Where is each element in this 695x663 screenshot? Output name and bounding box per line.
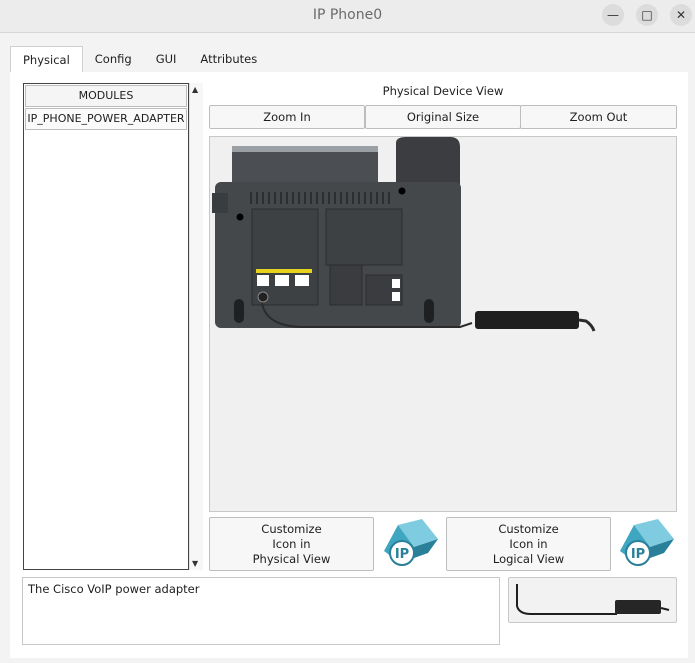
scroll-down-icon[interactable]: ▼: [192, 559, 198, 568]
maximize-button[interactable]: □: [636, 4, 658, 26]
customize-physical-line-1: Customize: [261, 521, 322, 536]
title-bar: IP Phone0 — □ ✕: [0, 0, 695, 33]
ip-phone-physical-icon: IP: [378, 517, 442, 569]
customize-logical-line-3: Logical View: [492, 551, 565, 566]
customize-logical-line-1: Customize: [498, 521, 559, 536]
customize-logical-line-2: Icon in: [509, 536, 548, 551]
tab-bar: Physical Config GUI Attributes: [10, 46, 269, 75]
modules-list: MODULES IP_PHONE_POWER_ADAPTER: [23, 83, 189, 570]
minimize-icon: —: [607, 8, 619, 22]
modules-scrollbar[interactable]: ▲ ▼: [189, 83, 203, 570]
customize-physical-icon-button[interactable]: Customize Icon in Physical View: [209, 517, 374, 571]
tab-config[interactable]: Config: [83, 46, 144, 72]
module-item[interactable]: IP_PHONE_POWER_ADAPTER: [25, 108, 187, 130]
module-description: The Cisco VoIP power adapter: [22, 577, 500, 645]
power-adapter-thumbnail: [508, 577, 677, 623]
power-adapter-image: [516, 584, 670, 615]
ip-badge-text: IP: [395, 547, 409, 562]
close-button[interactable]: ✕: [670, 4, 692, 26]
tab-physical[interactable]: Physical: [10, 46, 83, 75]
modules-header: MODULES: [25, 85, 187, 107]
tab-attributes[interactable]: Attributes: [188, 46, 269, 72]
tab-gui[interactable]: GUI: [144, 46, 189, 72]
original-size-button[interactable]: Original Size: [365, 105, 521, 129]
zoom-in-button[interactable]: Zoom In: [209, 105, 365, 129]
ip-badge-text: IP: [631, 547, 645, 562]
close-icon: ✕: [675, 8, 687, 22]
physical-device-view-label: Physical Device View: [382, 84, 504, 98]
device-view: [209, 136, 677, 512]
ip-phone-logical-icon: IP: [614, 517, 678, 569]
window-title: IP Phone0: [312, 7, 383, 23]
scroll-up-icon[interactable]: ▲: [192, 85, 198, 94]
customize-physical-line-3: Physical View: [252, 551, 331, 566]
physical-panel: MODULES IP_PHONE_POWER_ADAPTER ▲ ▼ Physi…: [10, 72, 688, 658]
zoom-out-button[interactable]: Zoom Out: [520, 105, 677, 129]
customize-physical-line-2: Icon in: [272, 536, 311, 551]
ip-phone-back-image: [212, 137, 596, 332]
maximize-icon: □: [641, 8, 653, 22]
minimize-button[interactable]: —: [602, 4, 624, 26]
customize-logical-icon-button[interactable]: Customize Icon in Logical View: [446, 517, 611, 571]
